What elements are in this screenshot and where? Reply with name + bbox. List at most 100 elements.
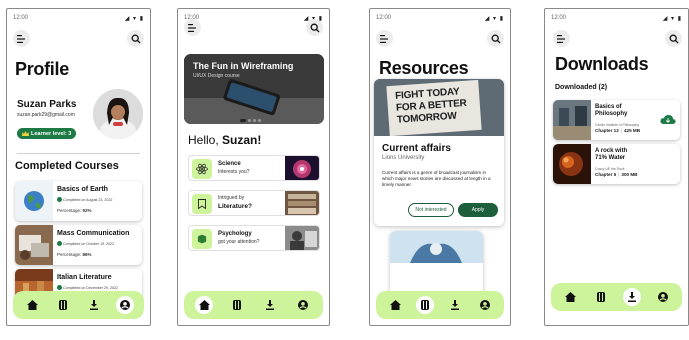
menu-button[interactable] xyxy=(184,19,201,36)
course-image xyxy=(15,181,53,221)
download-item[interactable]: A rock with 71% Water Coscy UE the Rock … xyxy=(553,144,680,184)
nav-library[interactable] xyxy=(416,296,434,314)
menu-icon xyxy=(380,34,388,43)
greeting: Hello, Suzan! xyxy=(188,133,261,147)
search-button[interactable] xyxy=(127,30,144,47)
check-icon xyxy=(57,197,62,202)
not-interested-button[interactable]: Not interested xyxy=(408,203,454,217)
download-item[interactable]: Basics of Philosophy Center Institute in… xyxy=(553,100,680,140)
user-email: suzan.park29@gmail.com xyxy=(17,112,75,118)
download-chapter: Chapter 5 xyxy=(595,172,617,177)
nav-library[interactable] xyxy=(228,296,246,314)
carousel-indicator xyxy=(240,119,261,122)
avatar xyxy=(93,89,143,139)
banner-subtitle: UI/UX Design course xyxy=(193,73,240,79)
home-icon xyxy=(26,300,38,310)
divider xyxy=(17,153,140,154)
download-size: 425 MB xyxy=(623,128,641,133)
topic-prefix: Intrigued by xyxy=(218,195,245,201)
topic-image xyxy=(285,226,319,250)
download-info: Chapter 12 | 425 MB xyxy=(595,128,641,133)
featured-course-banner[interactable]: The Fun in Wireframing UI/UX Design cour… xyxy=(184,54,324,124)
resource-subtitle: Lions University xyxy=(382,155,425,161)
search-button[interactable] xyxy=(487,30,504,47)
course-completed-text: Completed on October 19, 2022 xyxy=(63,241,115,246)
nav-downloads[interactable] xyxy=(85,296,103,314)
home-icon xyxy=(389,300,401,310)
download-image xyxy=(553,100,591,140)
search-button[interactable] xyxy=(665,30,682,47)
book-icon xyxy=(421,300,429,310)
nav-home[interactable] xyxy=(561,288,579,306)
topic-subtitle: got your attention? xyxy=(218,239,260,245)
profile-icon xyxy=(297,300,308,310)
signal-battery-icon: ◢ ▾ ▮ xyxy=(662,16,682,22)
resource-card[interactable]: FIGHT TODAY FOR A BETTER TOMORROW Curren… xyxy=(374,79,504,226)
topic-card-psychology[interactable]: Psychology got your attention? xyxy=(188,225,320,251)
home-screen: 12:00 ◢ ▾ ▮ The Fun in Wireframing UI/UX… xyxy=(177,8,330,326)
menu-icon xyxy=(188,23,196,32)
percentage-label: Percentage: xyxy=(57,252,82,257)
user-name: Suzan Parks xyxy=(17,99,77,110)
downloads-count: Downloaded (2) xyxy=(555,84,608,91)
nav-home[interactable] xyxy=(195,296,214,314)
bottom-nav xyxy=(551,283,682,311)
profile-icon xyxy=(657,292,668,302)
nav-downloads[interactable] xyxy=(446,296,464,314)
check-icon xyxy=(57,285,62,290)
signal-battery-icon: ◢ ▾ ▮ xyxy=(484,16,504,22)
percentage-label: Percentage: xyxy=(57,208,82,213)
course-percentage: Percentage: 92% xyxy=(57,208,92,213)
nav-profile[interactable] xyxy=(476,296,494,314)
canvas: 12:00 ◢ ▾ ▮ Profile Suzan Parks suzan.pa… xyxy=(0,0,689,340)
topic-card-literature[interactable]: Intrigued by Literature? xyxy=(188,190,320,216)
course-card[interactable]: Basics of Earth Completed on August 23, … xyxy=(15,181,142,221)
topic-title: Literature? xyxy=(218,203,252,210)
section-title: Completed Courses xyxy=(15,160,119,172)
search-icon xyxy=(131,34,140,43)
menu-button[interactable] xyxy=(376,30,393,47)
search-button[interactable] xyxy=(306,19,323,36)
check-icon xyxy=(57,241,62,246)
topic-image xyxy=(285,156,319,180)
topic-subtitle: Interests you? xyxy=(218,169,250,175)
status-time: 12:00 xyxy=(13,15,29,21)
nav-downloads[interactable] xyxy=(622,288,641,306)
download-meta: Center Institute in Philosophy xyxy=(595,123,640,127)
resource-title: Current affairs xyxy=(382,143,451,154)
brain-icon xyxy=(192,229,212,249)
nav-home[interactable] xyxy=(386,296,404,314)
bottom-nav xyxy=(184,291,323,319)
course-title: Mass Communication xyxy=(57,230,130,237)
apply-button[interactable]: Apply xyxy=(458,203,498,217)
book-icon xyxy=(597,292,606,302)
menu-button[interactable] xyxy=(553,30,570,47)
topic-card-science[interactable]: Science Interests you? xyxy=(188,155,320,181)
nav-profile[interactable] xyxy=(115,296,134,314)
percentage-value: 86% xyxy=(82,252,92,257)
download-icon xyxy=(265,300,274,310)
cloud-download-icon[interactable] xyxy=(660,114,676,125)
status-bar: 12:00 ◢ ▾ ▮ xyxy=(184,15,323,23)
course-card[interactable]: Mass Communication Completed on October … xyxy=(15,225,142,265)
learner-level-badge: Learner level: 3 xyxy=(17,128,77,139)
percentage-value: 92% xyxy=(82,208,92,213)
nav-library[interactable] xyxy=(54,296,72,314)
status-bar: 12:00 ◢ ▾ ▮ xyxy=(376,15,504,23)
banner-title: The Fun in Wireframing xyxy=(193,61,294,71)
download-title: Basics of Philosophy xyxy=(595,104,628,117)
protest-sign-text: FIGHT TODAY FOR A BETTER TOMORROW xyxy=(394,86,468,126)
download-icon xyxy=(627,292,636,302)
course-completed-text: Completed on August 23, 2022 xyxy=(63,197,113,202)
status-bar: 12:00 ◢ ▾ ▮ xyxy=(551,15,682,23)
course-percentage: Percentage: 86% xyxy=(57,252,92,257)
topic-image xyxy=(285,191,319,215)
nav-profile[interactable] xyxy=(294,296,312,314)
nav-home[interactable] xyxy=(23,296,41,314)
course-title: Italian Literature xyxy=(57,274,112,281)
menu-button[interactable] xyxy=(13,30,30,47)
nav-profile[interactable] xyxy=(654,288,672,306)
nav-library[interactable] xyxy=(592,288,610,306)
menu-icon xyxy=(17,34,25,43)
nav-downloads[interactable] xyxy=(261,296,279,314)
